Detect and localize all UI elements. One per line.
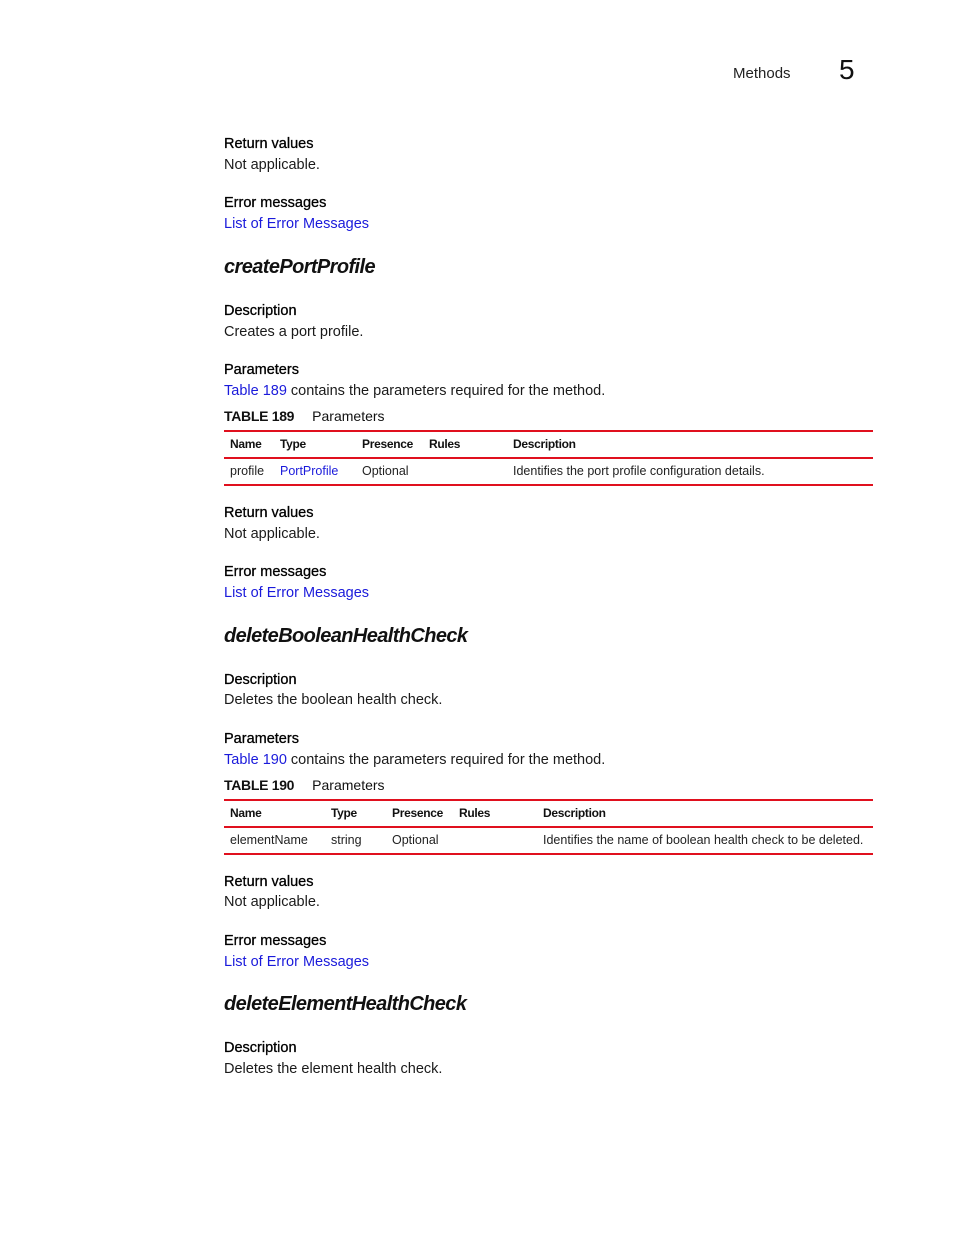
parameters-heading: Parameters <box>224 731 299 747</box>
parameters-sentence: contains the parameters required for the… <box>286 752 606 768</box>
method-title: deleteElementHealthCheck <box>224 993 467 1015</box>
description-heading: Description <box>224 303 297 319</box>
cell-presence: Optional <box>356 458 423 486</box>
error-messages-heading: Error messages <box>224 564 327 580</box>
parameters-heading: Parameters <box>224 362 299 378</box>
table-reference-link[interactable]: Table 189 <box>224 383 287 399</box>
table-caption-text: Parameters <box>312 777 385 793</box>
type-link[interactable]: PortProfile <box>280 464 338 478</box>
return-values-text: Not applicable. <box>224 894 320 910</box>
chapter-number: 5 <box>839 54 855 85</box>
table-reference-link[interactable]: Table 190 <box>224 752 287 768</box>
error-messages-link[interactable]: List of Error Messages <box>224 585 369 601</box>
cell-presence: Optional <box>386 827 453 855</box>
error-messages-heading: Error messages <box>224 933 327 949</box>
method-title: deleteBooleanHealthCheck <box>224 625 468 647</box>
table-header-row: Name Type Presence Rules Description <box>224 799 873 828</box>
header-section-title: Methods <box>733 65 791 82</box>
error-messages-heading: Error messages <box>224 195 327 211</box>
cell-type: PortProfile <box>274 458 356 486</box>
return-values-text: Not applicable. <box>224 157 320 173</box>
cell-name: profile <box>224 458 274 486</box>
parameters-table: Name Type Presence Rules Description pro… <box>224 430 873 486</box>
parameters-text: Table 190 contains the parameters requir… <box>224 752 605 768</box>
parameters-table: Name Type Presence Rules Description ele… <box>224 799 873 855</box>
column-header-name: Name <box>224 799 325 828</box>
cell-rules <box>453 827 537 855</box>
column-header-description: Description <box>507 430 873 459</box>
cell-description: Identifies the name of boolean health ch… <box>537 827 873 855</box>
table-label: TABLE 190 <box>224 777 295 793</box>
column-header-presence: Presence <box>356 430 423 459</box>
cell-rules <box>423 458 507 486</box>
description-text: Deletes the boolean health check. <box>224 692 443 708</box>
parameters-sentence: contains the parameters required for the… <box>286 383 606 399</box>
table-caption-text: Parameters <box>312 408 385 424</box>
return-values-heading: Return values <box>224 874 314 890</box>
column-header-rules: Rules <box>453 799 537 828</box>
table-header-row: Name Type Presence Rules Description <box>224 430 873 459</box>
column-header-rules: Rules <box>423 430 507 459</box>
column-header-type: Type <box>274 430 356 459</box>
column-header-presence: Presence <box>386 799 453 828</box>
error-messages-link[interactable]: List of Error Messages <box>224 954 369 970</box>
return-values-text: Not applicable. <box>224 526 320 542</box>
table-row: profile PortProfile Optional Identifies … <box>224 458 873 486</box>
column-header-name: Name <box>224 430 274 459</box>
parameters-text: Table 189 contains the parameters requir… <box>224 383 605 399</box>
table-caption: TABLE 189 Parameters <box>224 408 385 424</box>
cell-type: string <box>325 827 386 855</box>
cell-description: Identifies the port profile configuratio… <box>507 458 873 486</box>
table-row: elementName string Optional Identifies t… <box>224 827 873 855</box>
table-caption: TABLE 190 Parameters <box>224 777 385 793</box>
return-values-heading: Return values <box>224 136 314 152</box>
table-label: TABLE 189 <box>224 408 295 424</box>
description-heading: Description <box>224 1040 297 1056</box>
column-header-description: Description <box>537 799 873 828</box>
method-title: createPortProfile <box>224 256 376 278</box>
column-header-type: Type <box>325 799 386 828</box>
description-text: Deletes the element health check. <box>224 1061 443 1077</box>
cell-name: elementName <box>224 827 325 855</box>
error-messages-link[interactable]: List of Error Messages <box>224 216 369 232</box>
description-text: Creates a port profile. <box>224 324 364 340</box>
return-values-heading: Return values <box>224 505 314 521</box>
description-heading: Description <box>224 672 297 688</box>
